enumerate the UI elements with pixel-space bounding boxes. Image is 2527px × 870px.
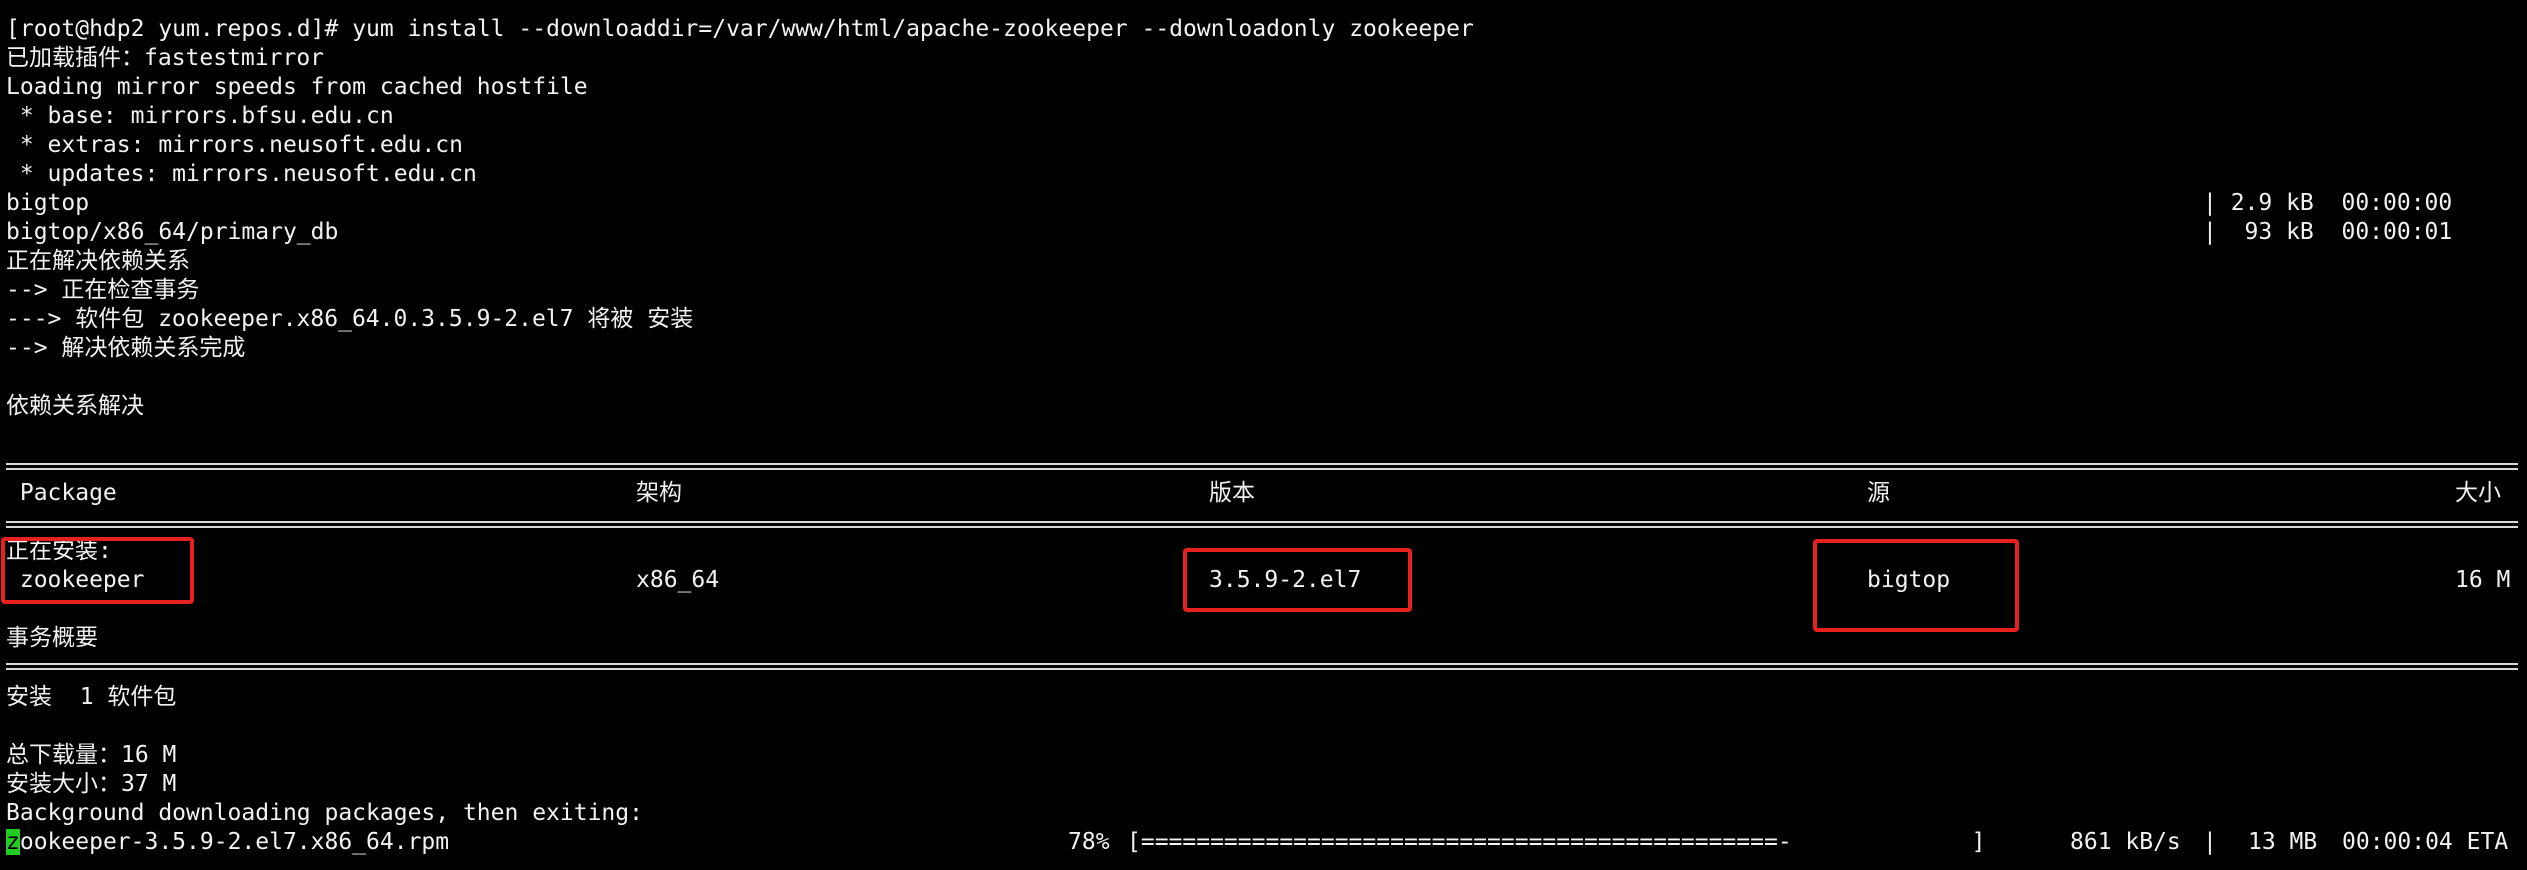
row-arch: x86_64 bbox=[636, 567, 720, 593]
resolved-line: 依赖关系解决 bbox=[6, 393, 144, 419]
summary-title: 事务概要 bbox=[6, 625, 98, 651]
resolve-line: --> 解决依赖关系完成 bbox=[6, 335, 246, 361]
command-line: [root@hdp2 yum.repos.d]# yum install --d… bbox=[6, 15, 1474, 44]
highlight-repo-box bbox=[1813, 539, 2019, 632]
terminal-window[interactable]: [root@hdp2 yum.repos.d]# yum install --d… bbox=[0, 0, 2527, 870]
table-header-repo: 源 bbox=[1867, 480, 1890, 506]
row-size: 16 M bbox=[2455, 567, 2511, 593]
table-header-size: 大小 bbox=[2455, 480, 2501, 506]
table-divider bbox=[6, 521, 2518, 528]
table-header-arch: 架构 bbox=[636, 480, 682, 506]
command-text: yum install --downloaddir=/var/www/html/… bbox=[352, 16, 1474, 42]
table-header-version: 版本 bbox=[1209, 480, 1255, 506]
progress-percent: 78% bbox=[1068, 829, 1110, 855]
repo-stats: | 2.9 kB 00:00:00 bbox=[2203, 190, 2453, 216]
shell-prompt: [root@hdp2 yum.repos.d]# bbox=[6, 16, 339, 42]
highlight-package-box bbox=[1, 537, 194, 604]
repo-db-name: bigtop/x86_64/primary_db bbox=[6, 219, 339, 245]
progress-eta: 00:00:04 ETA bbox=[2342, 829, 2509, 855]
plugins-line: 已加载插件：fastestmirror bbox=[6, 45, 325, 71]
mirror-base: * base: mirrors.bfsu.edu.cn bbox=[6, 103, 394, 129]
resolve-line: --> 正在检查事务 bbox=[6, 277, 200, 303]
install-summary: 安装 1 软件包 bbox=[6, 684, 177, 710]
progress-filename: zookeeper-3.5.9-2.el7.x86_64.rpm bbox=[6, 828, 449, 857]
terminal-cursor: z bbox=[6, 829, 20, 855]
install-size: 安装大小：37 M bbox=[6, 771, 177, 797]
highlight-version-box bbox=[1183, 548, 1412, 612]
table-divider bbox=[6, 663, 2518, 670]
total-download: 总下载量：16 M bbox=[6, 742, 177, 768]
mirror-line: Loading mirror speeds from cached hostfi… bbox=[6, 74, 588, 100]
progress-size: 13 MB bbox=[2248, 829, 2318, 855]
progress-sep: | bbox=[2203, 829, 2217, 855]
mirror-updates: * updates: mirrors.neusoft.edu.cn bbox=[6, 161, 477, 187]
table-divider bbox=[6, 463, 2518, 470]
mirror-extras: * extras: mirrors.neusoft.edu.cn bbox=[6, 132, 463, 158]
resolve-line: 正在解决依赖关系 bbox=[6, 248, 190, 274]
resolve-line: ---> 软件包 zookeeper.x86_64.0.3.5.9-2.el7 … bbox=[6, 306, 694, 332]
progress-bar: [=======================================… bbox=[1127, 829, 1986, 855]
progress-file-rest: ookeeper-3.5.9-2.el7.x86_64.rpm bbox=[19, 829, 450, 855]
table-header-package: Package bbox=[6, 480, 117, 506]
background-download-line: Background downloading packages, then ex… bbox=[6, 800, 643, 826]
repo-name: bigtop bbox=[6, 190, 90, 216]
progress-rate: 861 kB/s bbox=[2070, 829, 2181, 855]
repo-db-stats: | 93 kB 00:00:01 bbox=[2203, 219, 2453, 245]
